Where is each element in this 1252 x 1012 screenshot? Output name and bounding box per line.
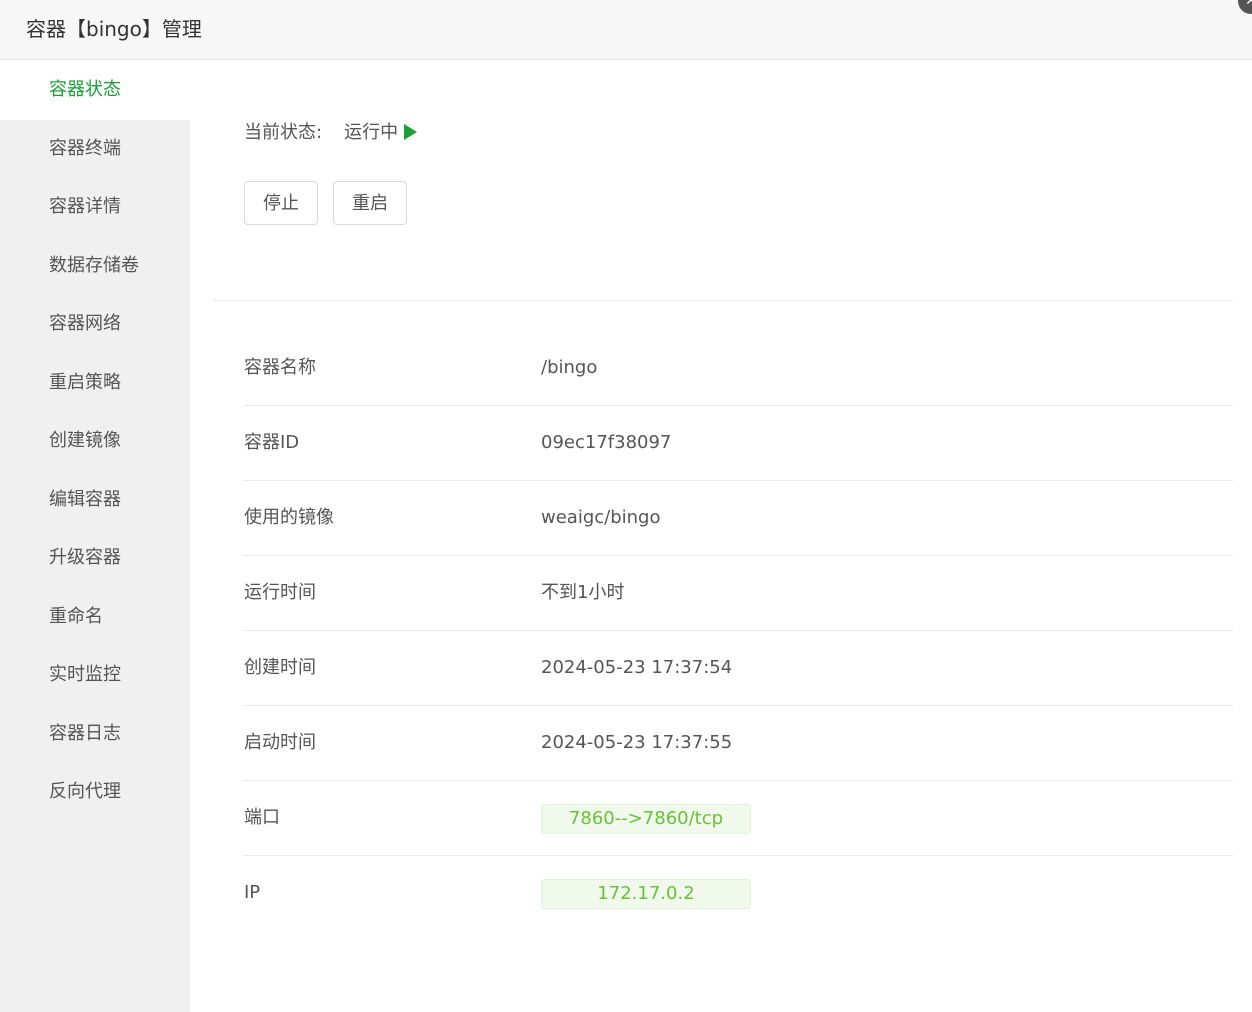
window-title: 容器【bingo】管理 (26, 17, 202, 41)
sidebar-item-monitor[interactable]: 实时监控 (0, 646, 190, 705)
info-label: 启动时间 (244, 732, 316, 753)
port-badge: 7860-->7860/tcp (541, 804, 751, 834)
status-label: 当前状态: (244, 122, 323, 143)
sidebar-item-network[interactable]: 容器网络 (0, 295, 190, 354)
container-manager-window: 容器【bingo】管理 ✕ 容器状态 容器终端 容器详情 数据存储卷 容器网络 … (0, 0, 1252, 1012)
sidebar: 容器状态 容器终端 容器详情 数据存储卷 容器网络 重启策略 创建镜像 编辑容器… (0, 61, 190, 1012)
info-row-ip: IP 172.17.0.2 (244, 856, 1233, 931)
info-row-created: 创建时间 2024-05-23 17:37:54 (244, 631, 1233, 706)
info-label: IP (244, 882, 261, 903)
play-icon (404, 124, 418, 140)
started-time-value: 2024-05-23 17:37:55 (541, 732, 733, 753)
sidebar-item-status[interactable]: 容器状态 (0, 61, 190, 120)
info-row-image: 使用的镜像 weaigc/bingo (244, 481, 1233, 556)
stop-button[interactable]: 停止 (244, 181, 318, 225)
info-table: 容器名称 /bingo 容器ID 09ec17f38097 使用的镜像 weai… (244, 331, 1233, 931)
info-label: 容器ID (244, 432, 300, 453)
sidebar-item-upgrade-container[interactable]: 升级容器 (0, 529, 190, 588)
main-content: 当前状态: 运行中 停止 重启 容器名称 /bingo 容器ID 09ec17f3… (190, 61, 1252, 1012)
ip-badge: 172.17.0.2 (541, 879, 751, 909)
info-row-started: 启动时间 2024-05-23 17:37:55 (244, 706, 1233, 781)
sidebar-item-restart-policy[interactable]: 重启策略 (0, 354, 190, 413)
sidebar-item-logs[interactable]: 容器日志 (0, 705, 190, 764)
info-label: 运行时间 (244, 582, 316, 603)
sidebar-item-reverse-proxy[interactable]: 反向代理 (0, 763, 190, 822)
sidebar-item-edit-container[interactable]: 编辑容器 (0, 471, 190, 530)
info-label: 端口 (244, 807, 280, 828)
uptime-value: 不到1小时 (541, 582, 625, 603)
sidebar-item-create-image[interactable]: 创建镜像 (0, 412, 190, 471)
created-time-value: 2024-05-23 17:37:54 (541, 657, 733, 678)
container-id-value: 09ec17f38097 (541, 432, 672, 453)
sidebar-item-terminal[interactable]: 容器终端 (0, 120, 190, 179)
info-row-id: 容器ID 09ec17f38097 (244, 406, 1233, 481)
info-row-name: 容器名称 /bingo (244, 331, 1233, 406)
image-value: weaigc/bingo (541, 507, 661, 528)
sidebar-item-rename[interactable]: 重命名 (0, 588, 190, 647)
status-row: 当前状态: 运行中 (244, 121, 418, 145)
restart-button[interactable]: 重启 (333, 181, 407, 225)
info-row-uptime: 运行时间 不到1小时 (244, 556, 1233, 631)
status-value: 运行中 (344, 122, 399, 143)
info-label: 使用的镜像 (244, 507, 334, 528)
info-label: 容器名称 (244, 357, 316, 378)
info-row-ports: 端口 7860-->7860/tcp (244, 781, 1233, 856)
divider (213, 300, 1233, 301)
sidebar-item-volumes[interactable]: 数据存储卷 (0, 237, 190, 296)
container-name-value: /bingo (541, 357, 598, 378)
title-bar: 容器【bingo】管理 (0, 0, 1252, 60)
sidebar-item-details[interactable]: 容器详情 (0, 178, 190, 237)
info-label: 创建时间 (244, 657, 316, 678)
